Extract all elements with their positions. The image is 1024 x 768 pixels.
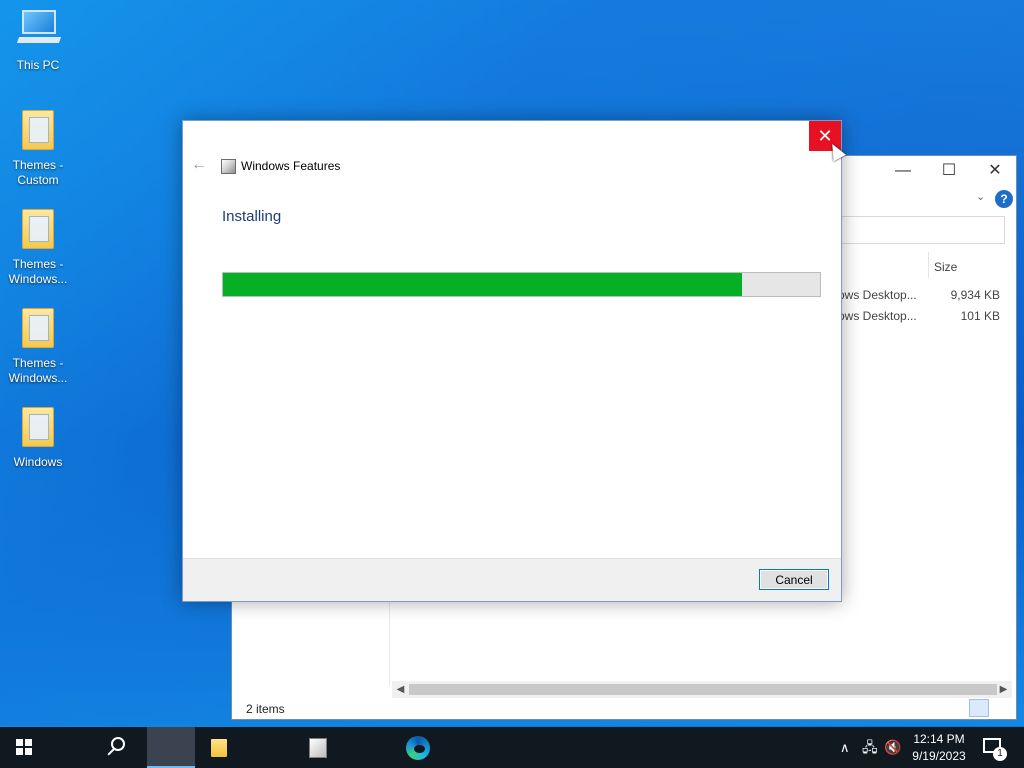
column-header-size[interactable]: Size [934,260,957,274]
file-row-name[interactable]: ows Desktop... [838,309,917,323]
edge-browser-icon [406,736,430,760]
windows-features-dialog: ✕ ← Windows Features Installing Cancel [182,120,842,602]
file-row-size: 101 KB [960,309,1000,323]
taskbar-file-explorer[interactable] [97,727,227,768]
search-input[interactable] [832,216,1005,244]
scrollbar-thumb[interactable] [409,684,997,695]
item-count: 2 items [246,702,285,716]
computer-icon [16,10,62,46]
minimize-button[interactable]: — [880,156,926,186]
desktop-icon-label: Themes - Custom [12,158,64,187]
file-row-size: 9,934 KB [950,288,1000,302]
progress-fill [223,273,743,296]
taskbar: ∧ 🖧 🔇 12:14 PM 9/19/2023 1 [0,727,1024,768]
windows-features-icon [309,738,327,758]
taskbar-windows-features[interactable] [147,727,327,768]
windows-logo-icon [16,739,32,755]
folder-icon [22,110,54,150]
cancel-button[interactable]: Cancel [759,569,829,590]
desktop-icon-themes-windows-1[interactable]: Themes - Windows... [0,209,76,287]
windows-features-icon [221,159,236,174]
clock-time: 12:14 PM [913,732,965,746]
clock-date: 9/19/2023 [912,749,966,763]
volume-muted-icon[interactable]: 🔇 [884,727,901,768]
scroll-left-icon[interactable]: ◀ [392,681,409,698]
desktop-icon-this-pc[interactable]: This PC [0,10,76,73]
folder-icon [22,308,54,348]
file-row-name[interactable]: ows Desktop... [838,288,917,302]
details-view-button[interactable] [969,699,989,717]
desktop-icon-label: Themes - Windows... [8,257,68,286]
maximize-button[interactable]: ☐ [926,156,972,186]
chevron-down-icon[interactable]: ⌄ [976,190,985,203]
show-hidden-icons-button[interactable]: ∧ [840,727,850,768]
large-icons-view-button[interactable] [992,699,1012,717]
back-arrow-icon[interactable]: ← [191,156,207,174]
scroll-right-icon[interactable]: ▶ [995,681,1012,698]
desktop-icon-label: Themes - Windows... [8,356,68,385]
status-heading: Installing [222,208,282,225]
desktop-icon-themes-windows-2[interactable]: Themes - Windows... [0,308,76,386]
system-clock[interactable]: 12:14 PM 9/19/2023 [905,731,973,765]
dialog-title: Windows Features [241,159,341,173]
dialog-footer: Cancel [183,558,841,601]
desktop-icon-label: This PC [16,58,60,72]
close-button[interactable]: ✕ [972,156,1018,186]
folder-icon [22,407,54,447]
folder-icon [22,209,54,249]
install-progress-bar [222,272,821,297]
search-button[interactable] [48,727,125,768]
desktop-icon-themes-custom[interactable]: Themes - Custom [0,110,76,188]
desktop-icon-windows[interactable]: Windows [0,407,76,470]
network-icon[interactable]: 🖧 [862,727,878,768]
column-divider [928,252,929,278]
nav-pane-divider [389,596,390,686]
start-button[interactable] [0,727,48,768]
notification-badge: 1 [993,747,1007,761]
desktop-icon-label: Windows [13,455,63,469]
taskbar-edge[interactable] [197,727,430,768]
help-button[interactable]: ? [995,190,1013,208]
horizontal-scrollbar[interactable]: ◀ ▶ [392,681,1012,698]
